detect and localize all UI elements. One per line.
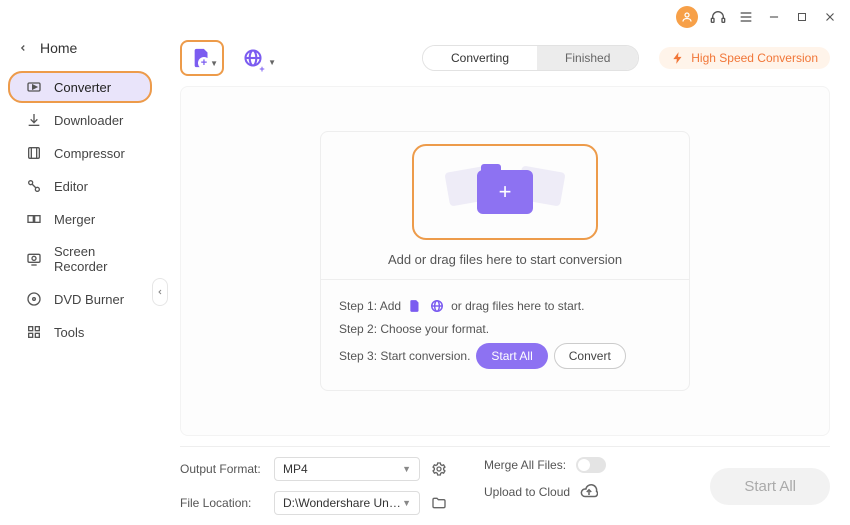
close-icon[interactable]	[822, 9, 838, 25]
sidebar-item-dvd-burner[interactable]: DVD Burner	[8, 283, 152, 315]
caret-down-icon: ▼	[402, 464, 411, 474]
sidebar-item-tools[interactable]: Tools	[8, 316, 152, 348]
headset-icon[interactable]	[710, 9, 726, 25]
editor-icon	[26, 178, 42, 194]
merge-all-label: Merge All Files:	[484, 458, 566, 472]
file-location-value: D:\Wondershare UniConverter 1	[283, 496, 402, 510]
sidebar-item-label: Merger	[54, 212, 95, 227]
sidebar: Home Converter Downloader Compressor Edi…	[0, 28, 160, 525]
file-location-select[interactable]: D:\Wondershare UniConverter 1 ▼	[274, 491, 420, 515]
dropzone-caption: Add or drag files here to start conversi…	[388, 252, 622, 267]
caret-down-icon: ▼	[268, 58, 276, 67]
tab-finished[interactable]: Finished	[537, 46, 638, 70]
sidebar-item-label: Screen Recorder	[54, 244, 134, 274]
start-all-main-button[interactable]: Start All	[710, 468, 830, 505]
globe-plus-icon	[429, 298, 445, 314]
sidebar-item-downloader[interactable]: Downloader	[8, 104, 152, 136]
downloader-icon	[26, 112, 42, 128]
caret-down-icon: ▼	[210, 59, 218, 68]
tools-icon	[26, 324, 42, 340]
file-plus-icon	[407, 298, 423, 314]
tab-converting[interactable]: Converting	[423, 46, 537, 70]
screenrec-icon	[26, 251, 42, 267]
dropzone-add-area[interactable]: +	[412, 144, 598, 240]
output-format-value: MP4	[283, 462, 308, 476]
add-file-button[interactable]: + ▼	[180, 40, 224, 76]
merger-icon	[26, 211, 42, 227]
tab-group: Converting Finished	[422, 45, 639, 71]
main-panel: + ▼ + ▼ Converting Finished High Speed C…	[160, 28, 850, 525]
step-3: Step 3: Start conversion. Start All Conv…	[339, 343, 671, 369]
user-avatar-icon[interactable]	[676, 6, 698, 28]
open-folder-icon[interactable]	[430, 494, 448, 512]
collapse-handle-icon[interactable]	[152, 278, 168, 306]
settings-gear-icon[interactable]	[430, 460, 448, 478]
compressor-icon	[26, 145, 42, 161]
converter-icon	[26, 79, 42, 95]
page-title: Home	[40, 40, 77, 56]
sidebar-item-label: Editor	[54, 179, 88, 194]
dropzone: + Add or drag files here to start conver…	[320, 131, 690, 391]
step-1-suffix: or drag files here to start.	[451, 297, 584, 315]
upload-cloud-label: Upload to Cloud	[484, 485, 570, 499]
high-speed-conversion-button[interactable]: High Speed Conversion	[659, 47, 830, 69]
merge-all-toggle[interactable]	[576, 457, 606, 473]
sidebar-item-label: DVD Burner	[54, 292, 124, 307]
maximize-icon[interactable]	[794, 9, 810, 25]
step-3-text: Step 3: Start conversion.	[339, 347, 470, 365]
bolt-icon	[671, 51, 685, 65]
sidebar-item-screen-recorder[interactable]: Screen Recorder	[8, 236, 152, 282]
output-format-label: Output Format:	[180, 462, 264, 476]
add-online-button[interactable]: + ▼	[238, 43, 268, 73]
output-format-select[interactable]: MP4 ▼	[274, 457, 420, 481]
step-2: Step 2: Choose your format.	[339, 320, 671, 338]
sidebar-item-label: Compressor	[54, 146, 125, 161]
minimize-icon[interactable]	[766, 9, 782, 25]
convert-button[interactable]: Convert	[554, 343, 626, 369]
step-2-text: Step 2: Choose your format.	[339, 320, 489, 338]
step-1-prefix: Step 1: Add	[339, 297, 401, 315]
sidebar-item-label: Downloader	[54, 113, 123, 128]
start-all-button[interactable]: Start All	[476, 343, 547, 369]
menu-icon[interactable]	[738, 9, 754, 25]
file-location-label: File Location:	[180, 496, 264, 510]
sidebar-item-label: Converter	[54, 80, 111, 95]
hsc-label: High Speed Conversion	[691, 51, 818, 65]
step-1: Step 1: Add or drag files here to start.	[339, 297, 671, 315]
dvd-icon	[26, 291, 42, 307]
sidebar-item-editor[interactable]: Editor	[8, 170, 152, 202]
sidebar-item-merger[interactable]: Merger	[8, 203, 152, 235]
cloud-upload-icon[interactable]	[580, 483, 598, 501]
folder-plus-icon: +	[477, 170, 533, 214]
sidebar-item-label: Tools	[54, 325, 84, 340]
sidebar-item-converter[interactable]: Converter	[8, 71, 152, 103]
back-icon[interactable]	[18, 43, 28, 53]
caret-down-icon: ▼	[402, 498, 411, 508]
sidebar-item-compressor[interactable]: Compressor	[8, 137, 152, 169]
